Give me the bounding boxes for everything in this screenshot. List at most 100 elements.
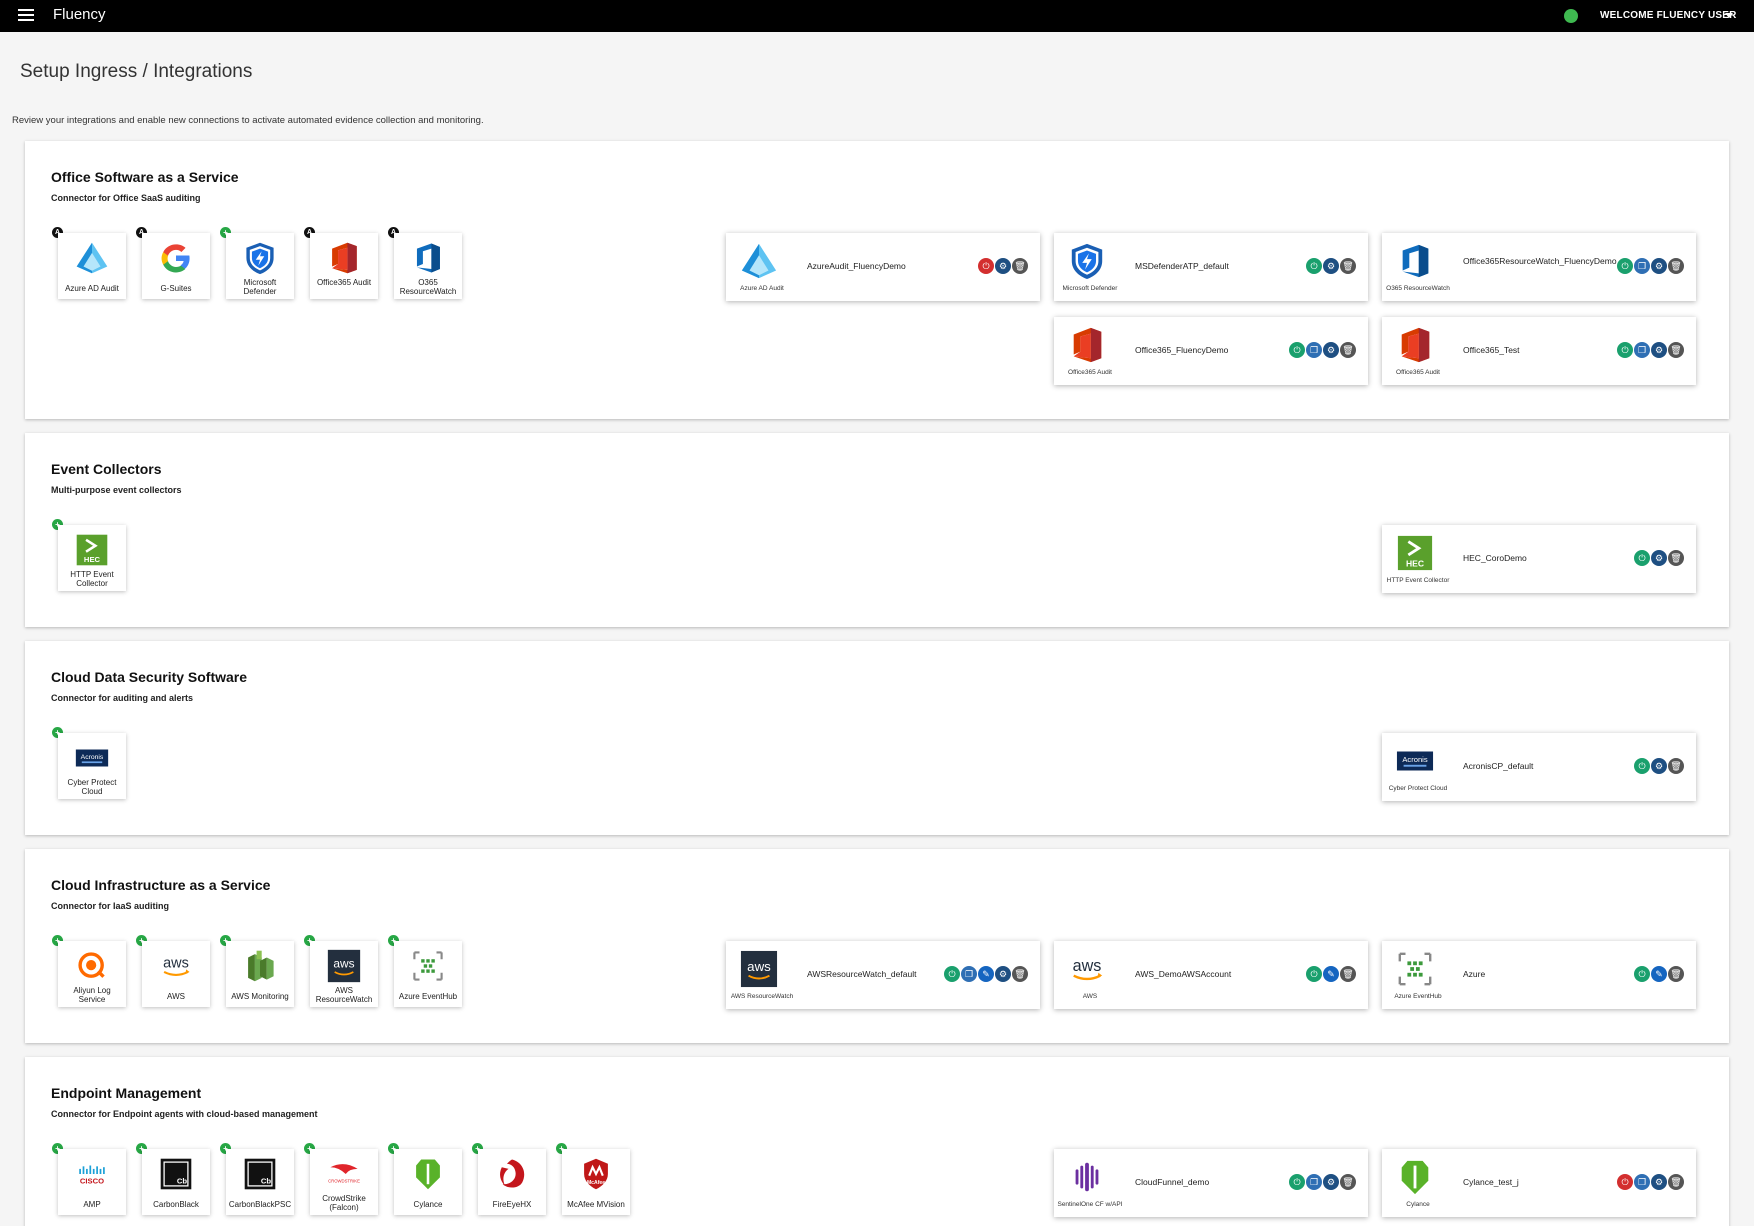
connector-tile[interactable]: Acronis Cyber Protect Cloud bbox=[58, 733, 126, 799]
integration-type-label: Microsoft Defender bbox=[1062, 285, 1118, 292]
trash-icon[interactable]: 🗑 bbox=[1340, 1174, 1356, 1190]
clone-icon[interactable]: ❐ bbox=[1634, 258, 1650, 274]
connector-tile[interactable]: HEC HTTP Event Collector bbox=[58, 525, 126, 591]
settings-icon[interactable]: ⚙ bbox=[1651, 550, 1667, 566]
integration-name: AcronisCP_default bbox=[1463, 761, 1534, 771]
trash-icon[interactable]: 🗑 bbox=[1668, 258, 1684, 274]
connector-tile[interactable]: Azure AD Audit bbox=[58, 233, 126, 299]
integration-card[interactable]: Acronis Cyber Protect Cloud AcronisCP_defa… bbox=[1382, 733, 1696, 801]
connector-tile[interactable]: McAfee McAfee MVision bbox=[562, 1149, 630, 1215]
caret-down-icon[interactable] bbox=[1725, 13, 1733, 18]
connector-tile[interactable]: Aliyun Log Service bbox=[58, 941, 126, 1007]
connector-label: McAfee MVision bbox=[567, 1200, 625, 1209]
power-off-icon[interactable]: ⏻ bbox=[978, 258, 994, 274]
connector-tile[interactable]: O365 ResourceWatch bbox=[394, 233, 462, 299]
hamburger-menu-icon[interactable] bbox=[18, 9, 34, 23]
trash-icon[interactable]: 🗑 bbox=[1340, 258, 1356, 274]
trash-icon[interactable]: 🗑 bbox=[1668, 1174, 1684, 1190]
connector-tile[interactable]: AWS Monitoring bbox=[226, 941, 294, 1007]
power-on-icon[interactable]: ⏻ bbox=[1617, 258, 1633, 274]
trash-icon[interactable]: 🗑 bbox=[1012, 966, 1028, 982]
integration-card[interactable]: Azure AD Audit AzureAudit_FluencyDemo ⏻ ⚙ 🗑 bbox=[726, 233, 1040, 301]
aws-monitoring-icon bbox=[243, 949, 277, 983]
settings-icon[interactable]: ⚙ bbox=[995, 966, 1011, 982]
connector-tile[interactable]: aws AWS ResourceWatch bbox=[310, 941, 378, 1007]
connector-tile[interactable]: CISCO AMP bbox=[58, 1149, 126, 1215]
edit-icon[interactable]: ✎ bbox=[978, 966, 994, 982]
page-title: Setup Ingress / Integrations bbox=[20, 61, 253, 82]
settings-icon[interactable]: ⚙ bbox=[1323, 342, 1339, 358]
trash-icon[interactable]: 🗑 bbox=[1668, 342, 1684, 358]
svg-text:CISCO: CISCO bbox=[80, 1176, 104, 1185]
clone-icon[interactable]: ❐ bbox=[1634, 1174, 1650, 1190]
power-on-icon[interactable]: ⏻ bbox=[1306, 966, 1322, 982]
integration-card[interactable]: Office365 Audit Office365_FluencyDemo ⏻ ❐ ⚙ 🗑 bbox=[1054, 317, 1368, 385]
clone-icon[interactable]: ❐ bbox=[961, 966, 977, 982]
connector-tile[interactable]: Cb CarbonBlackPSC bbox=[226, 1149, 294, 1215]
trash-icon[interactable]: 🗑 bbox=[1012, 258, 1028, 274]
trash-icon[interactable]: 🗑 bbox=[1668, 550, 1684, 566]
integration-card[interactable]: aws AWS ResourceWatch AWSResourceWatch_def… bbox=[726, 941, 1040, 1009]
integration-card[interactable]: O365 ResourceWatch Office365ResourceWatch… bbox=[1382, 233, 1696, 301]
trash-icon[interactable]: 🗑 bbox=[1340, 342, 1356, 358]
clone-icon[interactable]: ❐ bbox=[1634, 342, 1650, 358]
clone-icon[interactable]: ❐ bbox=[1306, 342, 1322, 358]
svg-text:aws: aws bbox=[747, 959, 771, 974]
settings-icon[interactable]: ⚙ bbox=[1651, 342, 1667, 358]
integration-type-label: Office365 Audit bbox=[1396, 369, 1440, 376]
settings-icon[interactable]: ⚙ bbox=[1651, 1174, 1667, 1190]
integration-card[interactable]: HEC HTTP Event Collector HEC_CoroDemo ⏻ ⚙ 🗑 bbox=[1382, 525, 1696, 593]
integration-type-label: Cyber Protect Cloud bbox=[1388, 785, 1448, 792]
clone-icon[interactable]: ❐ bbox=[1306, 1174, 1322, 1190]
connector-tile[interactable]: Cb CarbonBlack bbox=[142, 1149, 210, 1215]
settings-icon[interactable]: ⚙ bbox=[1323, 258, 1339, 274]
integration-name: Cylance_test_j bbox=[1463, 1177, 1519, 1187]
power-on-icon[interactable]: ⏻ bbox=[1634, 758, 1650, 774]
edit-icon[interactable]: ✎ bbox=[1323, 966, 1339, 982]
integration-card[interactable]: aws AWS AWS_DemoAWSAccount ⏻ ✎ 🗑 bbox=[1054, 941, 1368, 1009]
power-on-icon[interactable]: ⏻ bbox=[1289, 342, 1305, 358]
connector-tile[interactable]: Microsoft Defender bbox=[226, 233, 294, 299]
aliyun-icon bbox=[75, 949, 109, 983]
edit-icon[interactable]: ✎ bbox=[1651, 966, 1667, 982]
trash-icon[interactable]: 🗑 bbox=[1668, 966, 1684, 982]
integration-card[interactable]: Azure EventHub Azure ⏻ ✎ 🗑 bbox=[1382, 941, 1696, 1009]
integration-card[interactable]: Office365 Audit Office365_Test ⏻ ❐ ⚙ 🗑 bbox=[1382, 317, 1696, 385]
settings-icon[interactable]: ⚙ bbox=[1323, 1174, 1339, 1190]
power-on-icon[interactable]: ⏻ bbox=[1617, 342, 1633, 358]
power-on-icon[interactable]: ⏻ bbox=[1306, 258, 1322, 274]
trash-icon[interactable]: 🗑 bbox=[1668, 758, 1684, 774]
settings-icon[interactable]: ⚙ bbox=[995, 258, 1011, 274]
connector-tile[interactable]: Azure EventHub bbox=[394, 941, 462, 1007]
sentinelone-icon bbox=[1068, 1158, 1106, 1196]
connector-tile[interactable]: Office365 Audit bbox=[310, 233, 378, 299]
integration-card[interactable]: Microsoft Defender MSDefenderATP_default ⏻… bbox=[1054, 233, 1368, 301]
connector-tile[interactable]: Cylance bbox=[394, 1149, 462, 1215]
connector-tile[interactable]: FireEyeHX bbox=[478, 1149, 546, 1215]
power-on-icon[interactable]: ⏻ bbox=[1634, 550, 1650, 566]
section-title: Event Collectors bbox=[51, 461, 162, 477]
power-off-icon[interactable]: ⏻ bbox=[1617, 1174, 1633, 1190]
connector-tile[interactable]: G-Suites bbox=[142, 233, 210, 299]
power-on-icon[interactable]: ⏻ bbox=[1634, 966, 1650, 982]
card-actions: ⏻ ❐ ⚙ 🗑 bbox=[1289, 342, 1356, 358]
user-menu[interactable]: WELCOME FLUENCY USER bbox=[1600, 10, 1737, 21]
card-actions: ⏻ ✎ 🗑 bbox=[1306, 966, 1356, 982]
settings-icon[interactable]: ⚙ bbox=[1651, 758, 1667, 774]
power-on-icon[interactable]: ⏻ bbox=[944, 966, 960, 982]
settings-icon[interactable]: ⚙ bbox=[1651, 258, 1667, 274]
integration-name: MSDefenderATP_default bbox=[1135, 261, 1229, 271]
svg-text:McAfee: McAfee bbox=[587, 1180, 605, 1186]
svg-text:Acronis: Acronis bbox=[81, 754, 104, 761]
section-title: Office Software as a Service bbox=[51, 169, 239, 185]
azure-ad-icon bbox=[75, 241, 109, 275]
integration-card[interactable]: Cylance Cylance_test_j ⏻ ❐ ⚙ 🗑 bbox=[1382, 1149, 1696, 1217]
connector-tile[interactable]: CROWDSTRIKE CrowdStrike (Falcon) bbox=[310, 1149, 378, 1215]
trash-icon[interactable]: 🗑 bbox=[1340, 966, 1356, 982]
integration-card[interactable]: SentinelOne CF w/API CloudFunnel_demo ⏻ ❐ ⚙ 🗑 bbox=[1054, 1149, 1368, 1217]
app-brand[interactable]: Fluency bbox=[53, 6, 106, 23]
connector-tile[interactable]: aws AWS bbox=[142, 941, 210, 1007]
connector-label: AWS Monitoring bbox=[231, 992, 289, 1001]
hec-icon: HEC bbox=[75, 533, 109, 567]
power-on-icon[interactable]: ⏻ bbox=[1289, 1174, 1305, 1190]
